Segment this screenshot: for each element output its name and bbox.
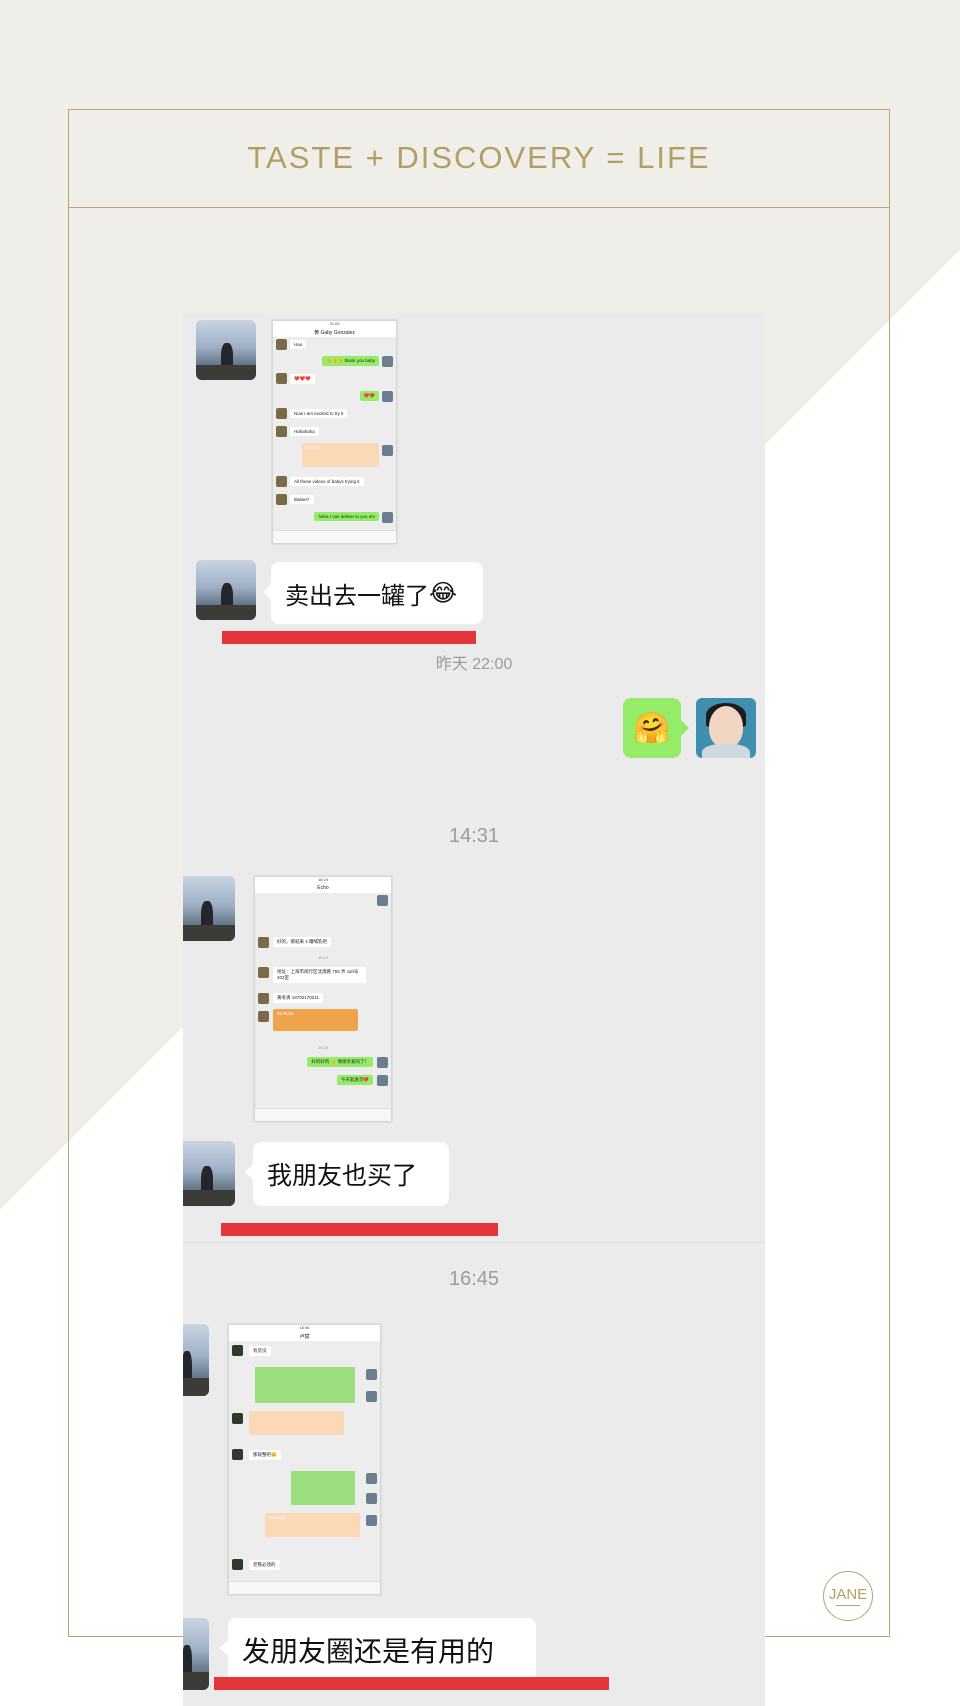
mini-input-bar [229,1581,380,1594]
chat-image-thumbnail[interactable]: 16:19 Echo 好的，那就来 4 罐哺乳吧 16:13 地址：上海市闵行区… [254,876,392,1122]
contact-avatar[interactable] [196,320,256,380]
mini-message: Now I am excited to try it [290,409,348,418]
logo-text: JANE [828,1586,868,1603]
redacted-area [291,1471,355,1505]
hug-emoji-icon: 🤗 [633,710,671,746]
mini-transfer-redacted [249,1411,344,1435]
contact-avatar[interactable] [183,1141,235,1206]
mini-status-bar: 16:19 [317,877,328,882]
mini-message: 那就整吧😊 [249,1450,281,1460]
mini-input-bar [255,1108,391,1121]
highlight-underline [214,1677,609,1690]
page-title: TASTE + DISCOVERY = LIFE [247,140,711,175]
contact-avatar[interactable] [183,1324,209,1396]
mini-message: 有货没 [249,1346,271,1356]
message-text: 我朋友也买了 [267,1161,418,1190]
message-bubble[interactable]: 我朋友也买了 [245,1142,449,1206]
mini-message: Hahahaha [290,427,319,436]
mini-message: 好的好的 👍 谢谢亲爱的了！ [307,1057,373,1067]
mini-message: 今天就发货❤️ [336,1075,373,1085]
mini-chat-title: 卢斌 [299,1334,310,1340]
mini-time: 16:18 [317,1045,328,1050]
chat-screenshot: 21:03 黄 Gaby Gonzalez Hao 👍👍👍 thank you … [183,313,765,1706]
mini-message: ❤️❤️❤️ [290,374,315,384]
message-text: 卖出去一罐了 [285,581,429,610]
chat-image-thumbnail[interactable]: 16:46 卢斌 有货没 那就整吧😊 ¥352.00 老铁必须的 [228,1324,381,1595]
mini-message: 黄冬清 18702170211 [273,993,323,1003]
mini-input-bar [273,530,396,543]
mini-message: 地址：上海市闵行区沈澳路 755 弄 110号 402室 [273,967,366,983]
highlight-underline [221,1223,498,1236]
mini-message: Babies* [290,495,314,504]
mini-transfer: ¥352.00 [265,1513,360,1537]
mini-message: 👍👍👍 thank you baby [322,356,379,366]
mini-message: haha I can deliver to you nm [314,512,379,521]
laugh-emoji-icon: 😂 [429,579,458,607]
mini-transfer: ¥22.00 [302,443,379,467]
mini-message: ❤️❤️ [359,391,379,401]
mini-message: 好的，那就来 4 罐哺乳吧 [273,937,332,947]
timestamp: 16:45 [448,1268,500,1290]
page-header: TASTE + DISCOVERY = LIFE [68,109,890,208]
mini-time: 16:13 [317,955,328,960]
my-avatar[interactable] [696,698,756,758]
mini-chat-title: Echo [317,885,329,891]
highlight-underline [222,631,476,644]
chat-image-thumbnail[interactable]: 21:03 黄 Gaby Gonzalez Hao 👍👍👍 thank you … [272,320,397,544]
outgoing-message-bubble[interactable]: 🤗 [623,698,689,758]
redacted-area [255,1367,355,1403]
contact-avatar[interactable] [196,560,256,620]
mini-status-bar: 21:03 [329,321,340,326]
jane-logo: JANE [823,1571,873,1621]
message-text: 发朋友圈还是有用的 [242,1635,495,1668]
mini-message: All these videos of babys trying it [290,477,364,486]
mini-status-bar: 16:46 [299,1325,310,1330]
message-bubble[interactable]: 发朋友圈还是有用的 [220,1618,536,1682]
mini-message: 老铁必须的 [249,1560,280,1570]
timestamp: 14:31 [448,825,500,847]
mini-transfer: ¥176.00 [273,1009,358,1031]
timestamp: 昨天 22:00 [435,656,513,673]
message-bubble[interactable]: 卖出去一罐了 😂 [263,562,483,624]
contact-avatar[interactable] [183,876,235,941]
mini-chat-title: 黄 Gaby Gonzalez [314,330,355,336]
mini-message: Hao [290,340,307,349]
contact-avatar[interactable] [183,1618,209,1690]
